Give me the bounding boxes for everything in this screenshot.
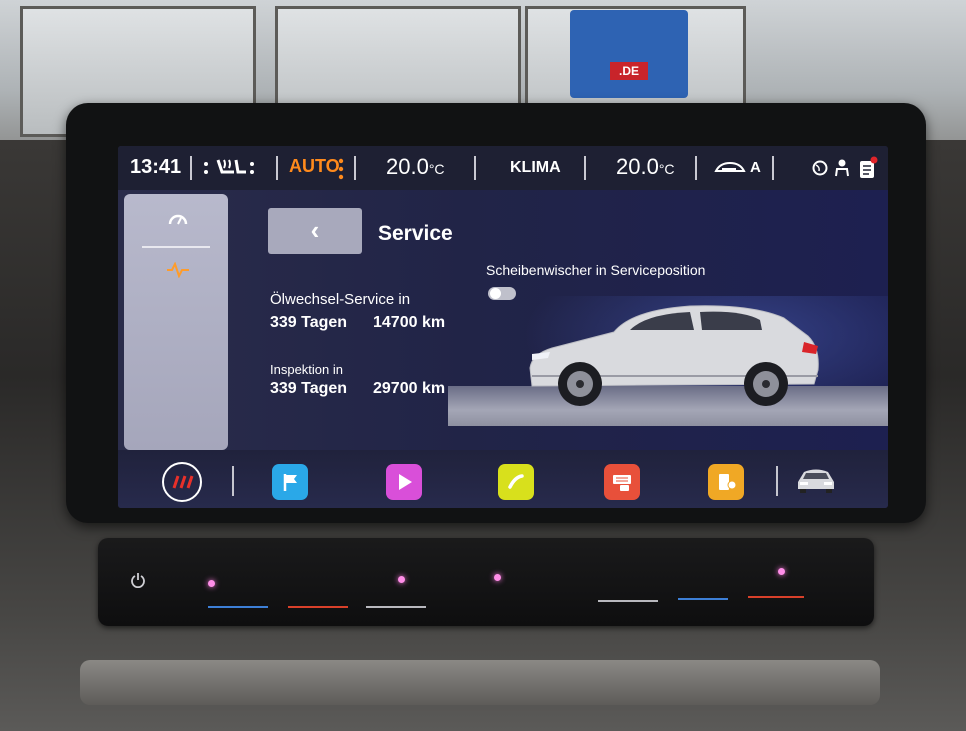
led-indicator [208, 580, 215, 587]
home-button[interactable] [160, 460, 204, 508]
gauge-icon[interactable] [168, 212, 188, 231]
divider [276, 156, 278, 180]
slider-volume-down[interactable] [366, 606, 426, 608]
led-indicator [778, 568, 785, 575]
dock-divider [232, 466, 234, 496]
phone-app-button[interactable] [498, 464, 534, 500]
oil-service-days: 339 Tagen [270, 314, 348, 331]
sidebar-divider [142, 246, 210, 248]
climate-auto-label[interactable]: AUTO [289, 156, 340, 177]
slider-blue-right[interactable] [678, 598, 728, 600]
apps-button[interactable] [604, 464, 640, 500]
recirculation-car-icon[interactable] [714, 160, 750, 181]
infotainment-screen: 13:41 AUTO 20.0°C KLIMA 20.0°C A ‹ Servi… [118, 146, 888, 508]
pulse-icon[interactable] [166, 261, 190, 283]
play-icon [397, 473, 413, 496]
seat-heating-icon[interactable] [202, 156, 258, 185]
slider-red-left[interactable] [288, 606, 348, 608]
flag-icon [282, 472, 300, 497]
notification-icon[interactable] [858, 156, 878, 185]
page-title: Service [378, 222, 453, 245]
inspection-km: 29700 km [373, 380, 446, 397]
media-app-button[interactable] [386, 464, 422, 500]
temp-right[interactable]: 20.0°C [616, 154, 675, 180]
inspection-days: 339 Tagen [270, 380, 348, 397]
divider [584, 156, 586, 180]
divider [695, 156, 697, 180]
dock-divider [776, 466, 778, 496]
globe-icon[interactable] [812, 160, 828, 181]
dashboard-trim [80, 660, 880, 705]
temp-left[interactable]: 20.0°C [386, 154, 445, 180]
slider-blue-left[interactable] [208, 606, 268, 608]
divider [190, 156, 192, 180]
divider [354, 156, 356, 180]
sign-text: .DE [610, 62, 648, 80]
navigation-app-button[interactable] [272, 464, 308, 500]
clock: 13:41 [130, 156, 182, 178]
status-bar: 13:41 AUTO 20.0°C KLIMA 20.0°C A [118, 146, 888, 190]
power-icon[interactable] [130, 572, 146, 593]
oil-service-label: Ölwechsel-Service in [270, 291, 411, 308]
fuel-icon [717, 472, 737, 497]
led-indicator [494, 574, 501, 581]
car-status-icon[interactable] [794, 464, 838, 499]
led-indicator [398, 576, 405, 583]
wiper-service-label: Scheibenwischer in Serviceposition [486, 262, 706, 278]
toggle-knob [490, 288, 501, 299]
app-dock [118, 450, 888, 508]
inspection-label: Inspektion in [270, 362, 343, 377]
apps-icon [612, 472, 632, 497]
wiper-service-toggle[interactable] [488, 287, 516, 300]
divider [772, 156, 774, 180]
vehicle-illustration [529, 305, 819, 406]
back-button[interactable]: ‹ [268, 208, 362, 254]
klima-button[interactable]: KLIMA [510, 159, 561, 177]
hardware-controls [98, 538, 874, 626]
recirc-label: A [750, 159, 761, 176]
slider-red-right[interactable] [748, 596, 804, 598]
divider [474, 156, 476, 180]
phone-icon [507, 473, 525, 496]
oil-service-km: 14700 km [373, 314, 446, 331]
more-dots-icon[interactable] [338, 158, 344, 185]
sidebar [124, 194, 228, 450]
background-sign: .DE [570, 10, 688, 98]
vehicle-app-button[interactable] [708, 464, 744, 500]
slider-volume-up[interactable] [598, 600, 658, 602]
user-profile-icon[interactable] [834, 158, 850, 183]
